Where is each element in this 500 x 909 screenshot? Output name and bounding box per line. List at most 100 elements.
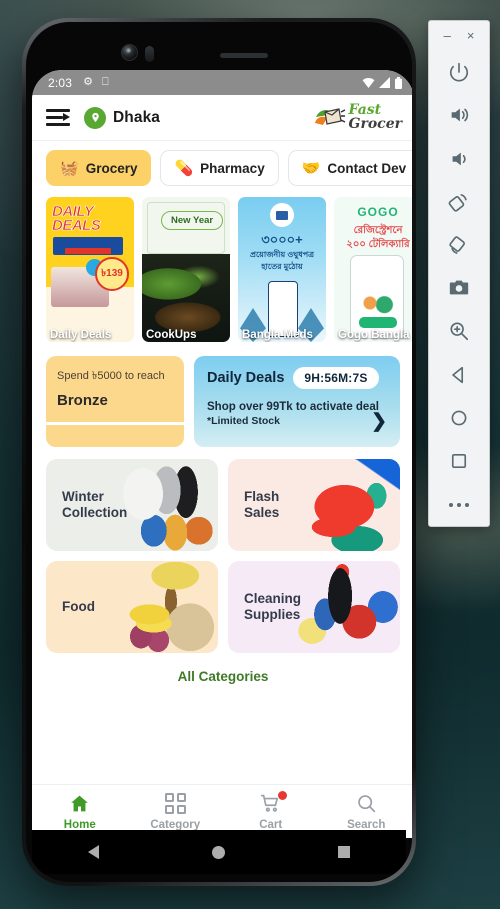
battery-icon [395, 76, 402, 89]
daily-deals-title: Daily Deals [207, 370, 285, 386]
more-button[interactable] [437, 483, 481, 526]
tier-spend-text: Spend ৳5000 to reach [57, 370, 165, 382]
banner-caption: Gogo Bangla [338, 329, 410, 341]
hamburger-menu-icon[interactable] [46, 109, 70, 126]
nav-label: Cart [259, 818, 283, 831]
handshake-emoji-icon: 🤝 [301, 159, 321, 177]
banner-price-badge: ৳139 [95, 257, 129, 291]
banner-caption: Daily Deals [50, 329, 112, 341]
circle-home-icon[interactable] [211, 845, 225, 859]
tile-artwork [293, 561, 400, 653]
banner-caption: Bangla Meds [242, 329, 313, 341]
back-button[interactable] [437, 353, 481, 396]
banner-pharmacy-logo-icon [270, 203, 294, 227]
cart-badge [277, 790, 287, 800]
banner-offer-ribbon [53, 237, 123, 255]
close-icon[interactable]: × [467, 29, 475, 42]
chevron-right-icon[interactable]: ❯ [371, 412, 387, 431]
tile-artwork [111, 561, 218, 653]
category-tile-grid: Winter Collection Flash Sales Food Clean… [32, 447, 412, 653]
grid-icon [164, 793, 186, 815]
tile-label: Winter Collection [62, 488, 128, 520]
rotate-right-button[interactable] [437, 223, 481, 266]
banner-illustration [358, 289, 398, 317]
nav-item-search[interactable]: Search [319, 793, 413, 831]
brand-name-line2: Grocer [348, 115, 402, 132]
nav-label: Home [63, 818, 96, 831]
emulator-device-frame: 2:03 ⚙ ⎕ Dhaka Fast Grocer 🧺 Grocery 💊 P… [22, 18, 416, 886]
volume-up-icon [451, 108, 469, 122]
proximity-sensor-icon [145, 46, 154, 62]
daily-deals-line2: *Limited Stock [207, 415, 280, 427]
tier-name: Bronze [57, 392, 108, 409]
tile-artwork [293, 459, 400, 551]
tile-artwork [111, 459, 218, 551]
location-label[interactable]: Dhaka [113, 109, 160, 127]
front-camera-icon [121, 44, 138, 61]
tile-label: Cleaning Supplies [244, 590, 302, 622]
banner-line2: ২০০ টেলিক্যারি [346, 239, 410, 250]
tile-food[interactable]: Food [46, 561, 218, 653]
chip-pharmacy[interactable]: 💊 Pharmacy [160, 150, 279, 186]
banner-carousel[interactable]: DAILY DEALS ৳139 Daily Deals New Year Co… [32, 195, 412, 342]
rotate-right-icon [449, 236, 465, 254]
rotate-left-icon [448, 193, 467, 212]
debug-icon: ⚙ [83, 76, 94, 88]
volume-up-button[interactable] [437, 94, 481, 137]
tile-label: Food [62, 598, 95, 614]
banner-newyear-tag: New Year [161, 211, 224, 230]
chip-grocery-label: Grocery [85, 160, 138, 176]
chip-grocery[interactable]: 🧺 Grocery [46, 150, 152, 186]
banner-gogo-bangla[interactable]: GOGO রেজিস্ট্রেশনে ২০০ টেলিক্যারি Gogo B… [334, 197, 412, 342]
power-button[interactable] [437, 50, 481, 93]
daily-deals-card[interactable]: Daily Deals 9H:56M:7S Shop over 99Tk to … [194, 356, 400, 447]
daily-deals-line1: Shop over 99Tk to activate deal [207, 401, 379, 413]
tile-cleaning-supplies[interactable]: Cleaning Supplies [228, 561, 400, 653]
daily-deals-countdown: 9H:56M:7S [293, 367, 379, 389]
grocery-bag-carrot-icon [312, 104, 346, 131]
banner-cookups[interactable]: New Year CookUps [142, 197, 230, 342]
minimize-icon[interactable]: – [444, 29, 451, 42]
loyalty-tier-card[interactable]: Spend ৳5000 to reach Bronze [46, 356, 184, 447]
location-pin-icon[interactable] [84, 106, 106, 129]
square-recents-icon[interactable] [337, 846, 350, 858]
nav-label: Category [150, 818, 201, 831]
brand-logo: Fast Grocer [312, 103, 402, 132]
nav-item-cart[interactable]: Cart [223, 790, 319, 831]
banner-daily-deals[interactable]: DAILY DEALS ৳139 Daily Deals [46, 197, 134, 342]
tile-flash-sales[interactable]: Flash Sales [228, 459, 400, 551]
promo-row: Spend ৳5000 to reach Bronze Daily Deals … [32, 342, 412, 447]
zoom-button[interactable] [437, 310, 481, 353]
screenshot-button[interactable] [437, 267, 481, 310]
chip-contact-dev[interactable]: 🤝 Contact Dev [287, 150, 412, 186]
emulator-side-toolbar: – × [428, 20, 490, 527]
android-system-nav [32, 830, 406, 874]
pill-bottle-emoji-icon: 💊 [174, 159, 194, 177]
all-categories-link[interactable]: All Categories [32, 653, 412, 698]
status-bar-clock: 2:03 [48, 75, 73, 90]
triangle-back-icon [452, 366, 464, 383]
rotate-left-button[interactable] [437, 180, 481, 223]
tile-winter-collection[interactable]: Winter Collection [46, 459, 218, 551]
tier-progress-bar [46, 425, 184, 447]
nav-item-category[interactable]: Category [128, 793, 224, 831]
banner-bangla-meds[interactable]: ৩০০০+ প্রয়োজনীয় ওঘুধপত্র হাতের মুঠোয় Ba… [238, 197, 326, 342]
wifi-icon [362, 77, 375, 88]
usb-icon: ⎕ [102, 76, 109, 88]
chip-contact-dev-label: Contact Dev [327, 160, 407, 176]
triangle-back-icon[interactable] [88, 845, 100, 859]
device-bezel: 2:03 ⚙ ⎕ Dhaka Fast Grocer 🧺 Grocery 💊 P… [26, 22, 412, 882]
banner-caption: CookUps [146, 329, 197, 341]
app-header: Dhaka Fast Grocer [32, 95, 412, 141]
search-icon [355, 793, 377, 815]
square-recents-icon [451, 454, 467, 469]
home-button[interactable] [437, 396, 481, 439]
device-screen: 2:03 ⚙ ⎕ Dhaka Fast Grocer 🧺 Grocery 💊 P… [32, 70, 412, 838]
nav-item-home[interactable]: Home [32, 793, 128, 831]
overview-button[interactable] [437, 440, 481, 483]
basket-emoji-icon: 🧺 [60, 159, 79, 177]
volume-down-icon [452, 152, 466, 165]
banner-headline: DAILY DEALS [52, 203, 101, 235]
earpiece-speaker [220, 53, 268, 58]
volume-down-button[interactable] [437, 137, 481, 180]
